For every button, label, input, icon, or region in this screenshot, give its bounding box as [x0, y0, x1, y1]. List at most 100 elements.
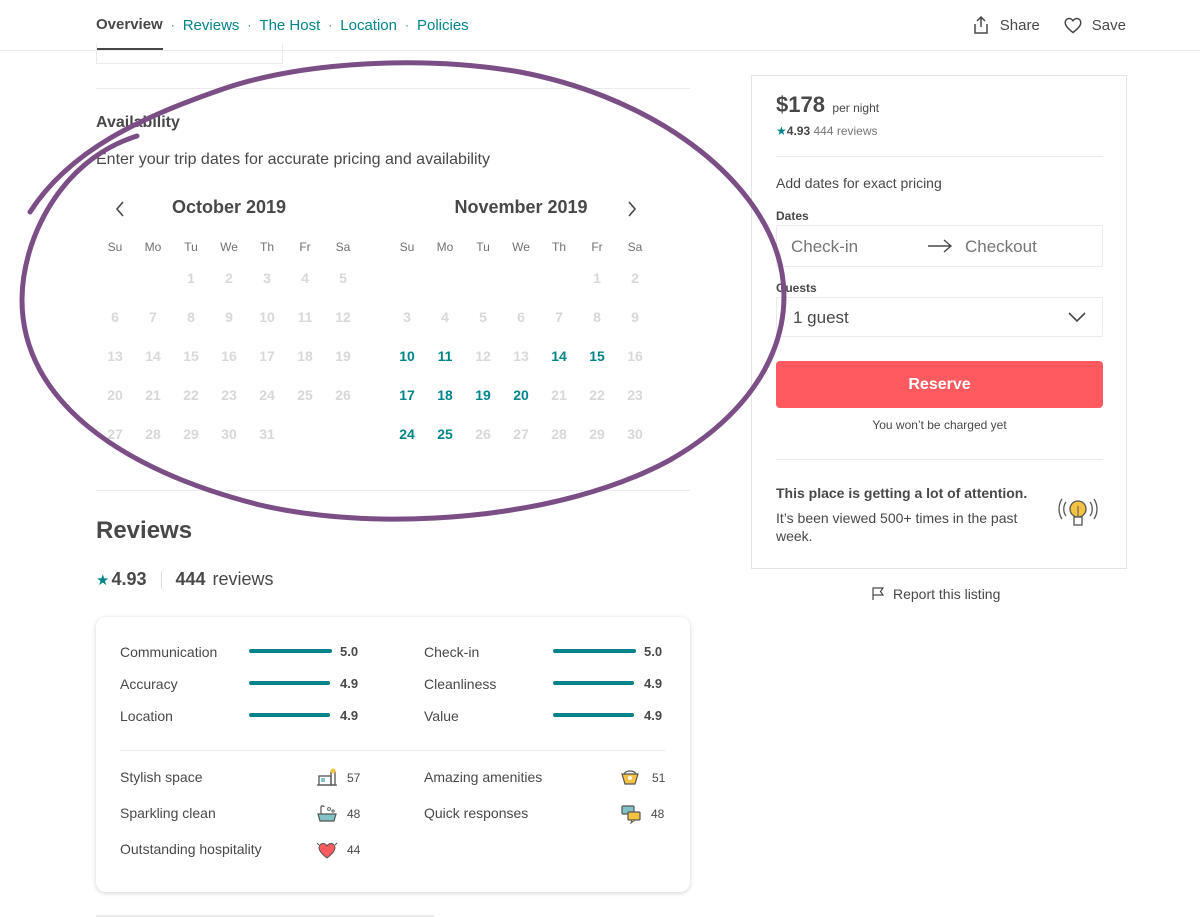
calendar-day-unavailable: 1: [187, 270, 195, 286]
calendar-day-unavailable: 14: [145, 348, 161, 364]
calendar-day-available[interactable]: 15: [578, 337, 616, 375]
calendar-day-unavailable: 21: [551, 387, 567, 403]
checkin-input[interactable]: Check-in: [791, 237, 858, 257]
summary-divider: [160, 570, 162, 589]
highlight-label-sparkling-clean: Sparkling clean: [120, 805, 216, 821]
category-score-check-in: 5.0: [644, 644, 663, 659]
calendar-day-available[interactable]: 14: [540, 337, 578, 375]
attention-text: It’s been viewed 500+ times in the past …: [776, 510, 1018, 544]
category-score-accuracy: 4.9: [340, 676, 359, 691]
share-button[interactable]: Share: [972, 16, 1040, 34]
nightly-price: $178: [776, 92, 825, 117]
report-listing-link[interactable]: Report this listing: [871, 586, 1000, 602]
weekday-label: Su: [399, 240, 415, 254]
guests-select[interactable]: 1 guest: [776, 297, 1103, 337]
highlight-label-amazing-amenities: Amazing amenities: [424, 769, 543, 785]
calendar-day-unavailable: 27: [513, 426, 529, 442]
reviews-count: 444: [175, 569, 206, 589]
calendar-day-unavailable: 20: [107, 387, 123, 403]
calendar-day-unavailable: 8: [187, 309, 195, 325]
charge-note: You won’t be charged yet: [872, 418, 1007, 432]
calendar-day-available[interactable]: 19: [464, 376, 502, 414]
tab-location[interactable]: Location: [340, 17, 397, 34]
calendar-day-unavailable: 26: [335, 387, 351, 403]
calendar-day-unavailable: 17: [259, 348, 275, 364]
checkout-input[interactable]: Checkout: [965, 237, 1037, 257]
availability-subtitle: Enter your trip dates for accurate prici…: [96, 151, 490, 168]
calendar-day-unavailable: 11: [297, 309, 313, 325]
calendar-day-unavailable: 5: [479, 309, 487, 325]
highlight-label-quick-responses: Quick responses: [424, 805, 529, 821]
calendar-day-unavailable: 4: [441, 309, 449, 325]
star-icon: ★: [776, 124, 787, 138]
dates-field: Check-in Checkout: [776, 225, 1103, 267]
calendar-day-available[interactable]: 17: [388, 376, 426, 414]
share-icon: [974, 16, 988, 34]
category-label-communication: Communication: [120, 644, 218, 660]
reviews-count-label: reviews: [212, 569, 274, 589]
category-label-accuracy: Accuracy: [120, 676, 178, 692]
weekday-label: Mo: [436, 240, 454, 254]
tab-the-host[interactable]: The Host: [259, 17, 320, 34]
calendar-day-unavailable: 25: [297, 387, 313, 403]
calendar-day-unavailable: 10: [259, 309, 275, 325]
heart-icon: [316, 842, 338, 859]
category-score-value: 4.9: [644, 708, 663, 723]
tab-reviews[interactable]: Reviews: [183, 17, 240, 34]
calendar-day-unavailable: 2: [225, 270, 233, 286]
per-night-label: per night: [832, 101, 880, 115]
tab-separator: ·: [328, 18, 333, 32]
calendar-day-unavailable: 12: [475, 348, 491, 364]
save-button[interactable]: Save: [1064, 17, 1126, 34]
section-tabs: Overview · Reviews · The Host · Location…: [96, 0, 469, 50]
calendar-day-unavailable: 9: [225, 309, 233, 325]
category-bar-check-in: [553, 649, 636, 653]
calendar-day-unavailable: 13: [107, 348, 123, 364]
highlight-count-quick-responses: 48: [651, 807, 665, 821]
calendar-day-unavailable: 29: [589, 426, 605, 442]
calendar-day-available[interactable]: 11: [426, 337, 464, 375]
weekday-label: Su: [107, 240, 123, 254]
calendar-day-unavailable: 30: [627, 426, 643, 442]
reserve-button[interactable]: Reserve: [776, 361, 1103, 408]
weekday-label: Tu: [184, 240, 198, 254]
calendar-day-unavailable: 4: [301, 270, 309, 286]
highlight-count-amazing-amenities: 51: [652, 771, 666, 785]
section-divider: [96, 88, 690, 89]
tab-overview[interactable]: Overview: [96, 0, 163, 50]
calendar-day-available[interactable]: 24: [388, 415, 426, 453]
stylish-space-icon: [317, 768, 337, 786]
weekday-label: Fr: [299, 240, 311, 254]
calendar-day-unavailable: 24: [259, 387, 275, 403]
highlight-count-sparkling-clean: 48: [347, 807, 361, 821]
calendar-day-available[interactable]: 18: [426, 376, 464, 414]
weekday-label: Sa: [335, 240, 351, 254]
calendar-day-unavailable: 22: [589, 387, 605, 403]
month-title-october: October 2019: [171, 197, 287, 217]
tab-policies[interactable]: Policies: [417, 17, 469, 34]
tab-separator: ·: [170, 18, 175, 32]
highlight-count-outstanding-hospitality: 44: [347, 843, 361, 857]
calendar-day-unavailable: 16: [627, 348, 643, 364]
weekday-label: Tu: [476, 240, 490, 254]
calendar-day-available[interactable]: 20: [502, 376, 540, 414]
calendar-day-unavailable: 18: [297, 348, 313, 364]
tab-separator: ·: [404, 18, 409, 32]
calendar-day-available[interactable]: 25: [426, 415, 464, 453]
booking-rating-row[interactable]: ★4.93 444 reviews: [776, 124, 878, 138]
price-row: $178 per night: [776, 92, 879, 118]
highlight-label-stylish-space: Stylish space: [120, 769, 203, 785]
reviews-summary: ★ 4.93 444 reviews: [96, 569, 274, 590]
calendar-day-unavailable: 30: [221, 426, 237, 442]
add-dates-note: Add dates for exact pricing: [776, 175, 942, 191]
weekday-label: Mo: [144, 240, 162, 254]
calendar-day-available[interactable]: 10: [388, 337, 426, 375]
weekday-label: Fr: [591, 240, 603, 254]
share-label: Share: [999, 16, 1040, 34]
calendar-day-unavailable: 5: [339, 270, 347, 286]
highlight-count-stylish-space: 57: [347, 771, 361, 785]
top-actions: Share Save: [948, 0, 1126, 50]
previous-section-stub: [96, 44, 283, 64]
bathtub-icon: [317, 805, 337, 822]
calendar-day-unavailable: 19: [335, 348, 351, 364]
